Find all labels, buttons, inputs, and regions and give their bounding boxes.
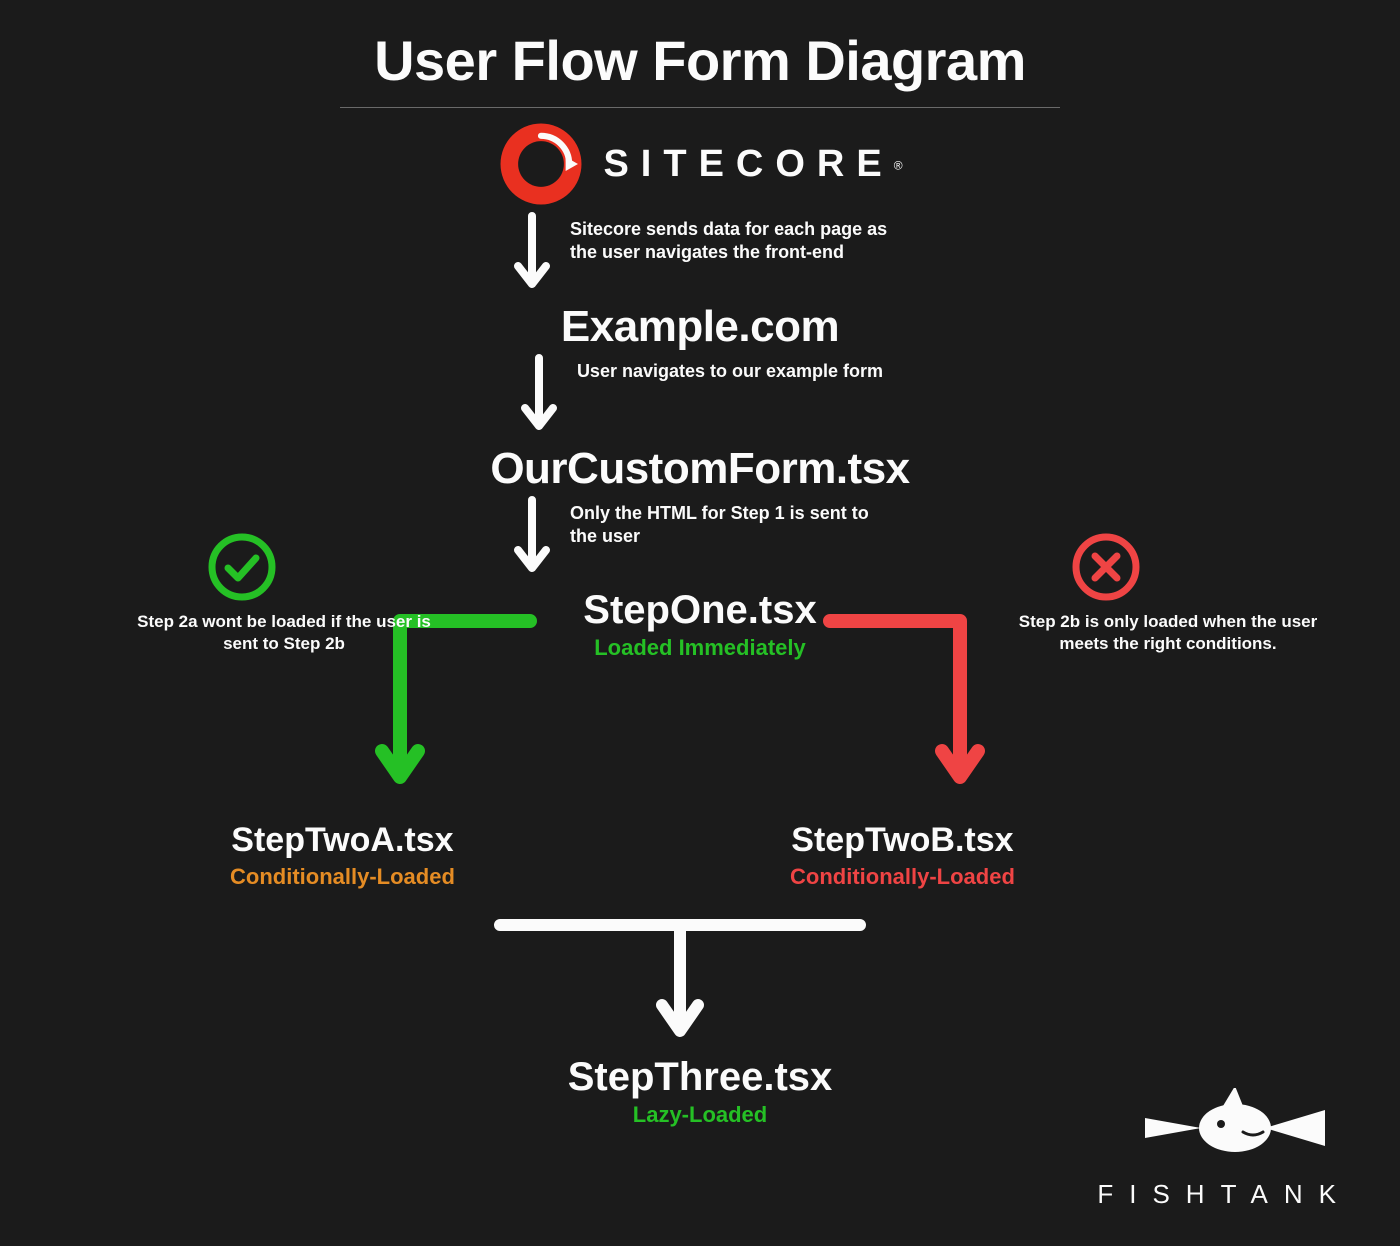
fishtank-logo-icon	[1115, 1088, 1335, 1168]
node-custom-form: OurCustomForm.tsx	[0, 444, 1400, 494]
arrow-down-icon	[510, 496, 554, 582]
fishtank-brand: FISHTANK	[1097, 1088, 1352, 1210]
arrow-down-icon	[510, 212, 554, 298]
step-one-name: StepOne.tsx	[583, 588, 816, 632]
flow-note-3: Only the HTML for Step 1 is sent to the …	[570, 496, 890, 547]
x-circle-icon	[1070, 531, 1142, 603]
sitecore-logo-icon	[497, 120, 585, 208]
fishtank-wordmark: FISHTANK	[1097, 1179, 1352, 1210]
step-two-b-tag: Conditionally-Loaded	[790, 864, 1015, 890]
branch-note-left: Step 2a wont be loaded if the user is se…	[124, 611, 444, 655]
branch-arrow-right-icon	[820, 609, 990, 809]
node-example-com: Example.com	[0, 302, 1400, 352]
merge-arrow-icon	[490, 913, 870, 1053]
title-divider	[340, 107, 1060, 108]
flow-note-2: User navigates to our example form	[577, 354, 883, 383]
sitecore-wordmark: SITECORE®	[603, 143, 902, 186]
step-three-name: StepThree.tsx	[568, 1055, 833, 1099]
node-step-two-b: StepTwoB.tsx Conditionally-Loaded	[790, 821, 1015, 890]
branch-note-right: Step 2b is only loaded when the user mee…	[1008, 611, 1328, 655]
check-circle-icon	[206, 531, 278, 603]
step-two-a-tag: Conditionally-Loaded	[230, 864, 455, 890]
sitecore-name: SITECORE	[603, 143, 893, 185]
sitecore-brand: SITECORE®	[0, 120, 1400, 208]
step-two-b-name: StepTwoB.tsx	[791, 821, 1013, 859]
flow-note-1: Sitecore sends data for each page as the…	[570, 212, 890, 263]
diagram-title: User Flow Form Diagram	[0, 0, 1400, 93]
registered-mark: ®	[894, 158, 903, 172]
arrow-down-icon	[517, 354, 561, 440]
step-two-a-name: StepTwoA.tsx	[231, 821, 453, 859]
node-step-two-a: StepTwoA.tsx Conditionally-Loaded	[230, 821, 455, 890]
